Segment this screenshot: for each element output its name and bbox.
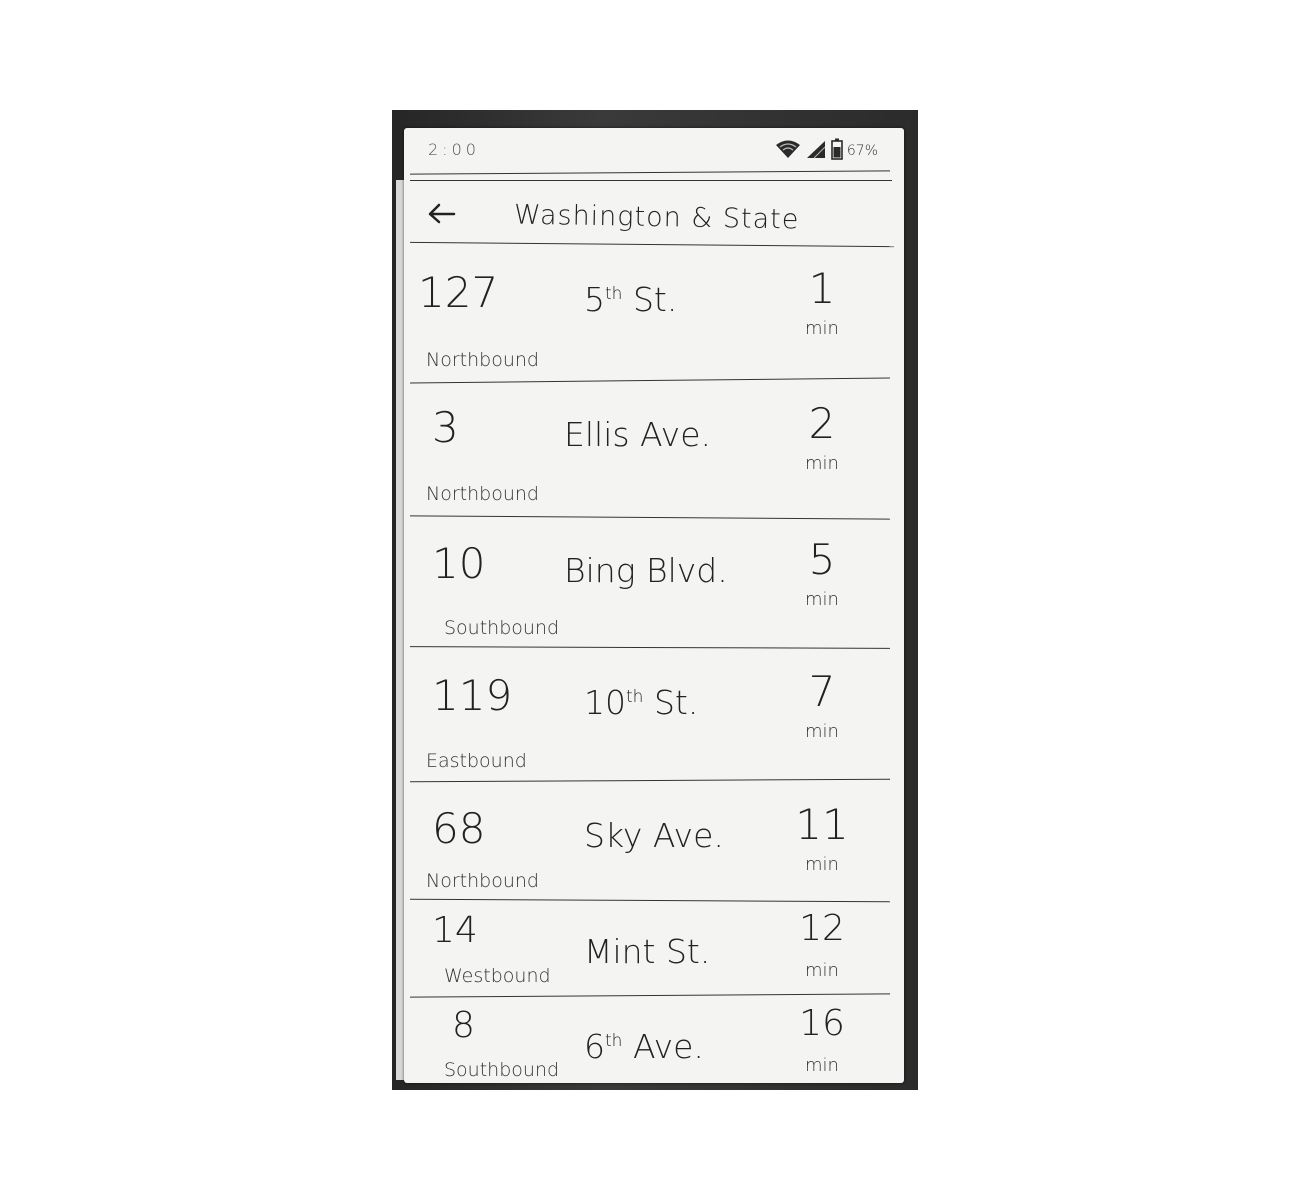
route-number: 3 xyxy=(432,403,459,452)
street-name: 6th Ave. xyxy=(584,1027,704,1066)
direction-label: Southbound xyxy=(444,617,560,639)
direction-label: Southbound xyxy=(444,1059,560,1081)
minutes-until-arrival: 5 xyxy=(808,535,836,584)
direction-label: Eastbound xyxy=(426,750,527,772)
ordinal-suffix: th xyxy=(605,284,623,304)
sketch-photo: 2:00 67% Washington & State 127 5th St. … xyxy=(392,110,918,1090)
phone-screen-sketch: 2:00 67% Washington & State 127 5th St. … xyxy=(404,128,904,1083)
arrival-row[interactable]: 119 10th St. Eastbound 7 min xyxy=(404,655,904,782)
cell-signal-icon xyxy=(805,139,827,163)
street-name: Sky Ave. xyxy=(584,816,724,855)
arrival-row[interactable]: 68 Sky Ave. Northbound 11 min xyxy=(404,788,904,902)
minutes-unit: min xyxy=(805,960,839,981)
status-time: 2:00 xyxy=(428,140,480,159)
route-number: 10 xyxy=(432,539,486,588)
minutes-unit: min xyxy=(805,721,839,742)
route-number: 8 xyxy=(452,1005,475,1046)
minutes-unit: min xyxy=(805,1055,839,1076)
back-arrow-icon[interactable] xyxy=(422,196,462,232)
direction-label: Northbound xyxy=(426,349,539,371)
direction-label: Northbound xyxy=(426,483,539,505)
divider xyxy=(410,180,892,181)
minutes-until-arrival: 16 xyxy=(799,1003,845,1044)
ordinal-suffix: th xyxy=(605,1031,623,1051)
street-name: 10th St. xyxy=(584,683,699,722)
street-name: Mint St. xyxy=(584,932,711,971)
minutes-until-arrival: 2 xyxy=(808,399,836,448)
route-number: 119 xyxy=(432,671,513,720)
minutes-until-arrival: 7 xyxy=(808,667,836,716)
battery-percent: 67% xyxy=(846,143,878,159)
minutes-until-arrival: 1 xyxy=(808,264,836,313)
minutes-unit: min xyxy=(805,854,839,875)
arrival-row[interactable]: 127 5th St. Northbound 1 min xyxy=(404,252,904,381)
arrival-row[interactable]: 8 6th Ave. Southbound 16 min xyxy=(404,1001,904,1090)
street-name: 5th St. xyxy=(584,280,678,319)
wifi-icon xyxy=(775,139,801,163)
minutes-unit: min xyxy=(805,589,839,610)
status-bar: 2:00 67% xyxy=(404,128,904,172)
divider xyxy=(410,515,890,520)
street-name: Ellis Ave. xyxy=(564,415,712,454)
route-number: 127 xyxy=(418,268,499,317)
arrival-row[interactable]: 10 Bing Blvd. Southbound 5 min xyxy=(404,523,904,649)
minutes-until-arrival: 12 xyxy=(799,908,845,949)
street-name: Bing Blvd. xyxy=(564,551,728,590)
route-number: 14 xyxy=(432,910,478,951)
direction-label: Northbound xyxy=(426,870,539,892)
route-number: 68 xyxy=(432,804,486,853)
minutes-unit: min xyxy=(805,453,839,474)
arrival-row[interactable]: 3 Ellis Ave. Northbound 2 min xyxy=(404,387,904,515)
minutes-until-arrival: 11 xyxy=(795,800,849,849)
arrival-row[interactable]: 14 Mint St. Westbound 12 min xyxy=(404,906,904,997)
status-icons: 67% xyxy=(775,138,878,164)
battery-icon xyxy=(831,138,843,164)
app-header: Washington & State xyxy=(404,182,904,248)
page-title: Washington & State xyxy=(513,199,800,236)
direction-label: Westbound xyxy=(444,965,551,987)
ordinal-suffix: th xyxy=(626,687,644,707)
minutes-unit: min xyxy=(805,318,839,339)
